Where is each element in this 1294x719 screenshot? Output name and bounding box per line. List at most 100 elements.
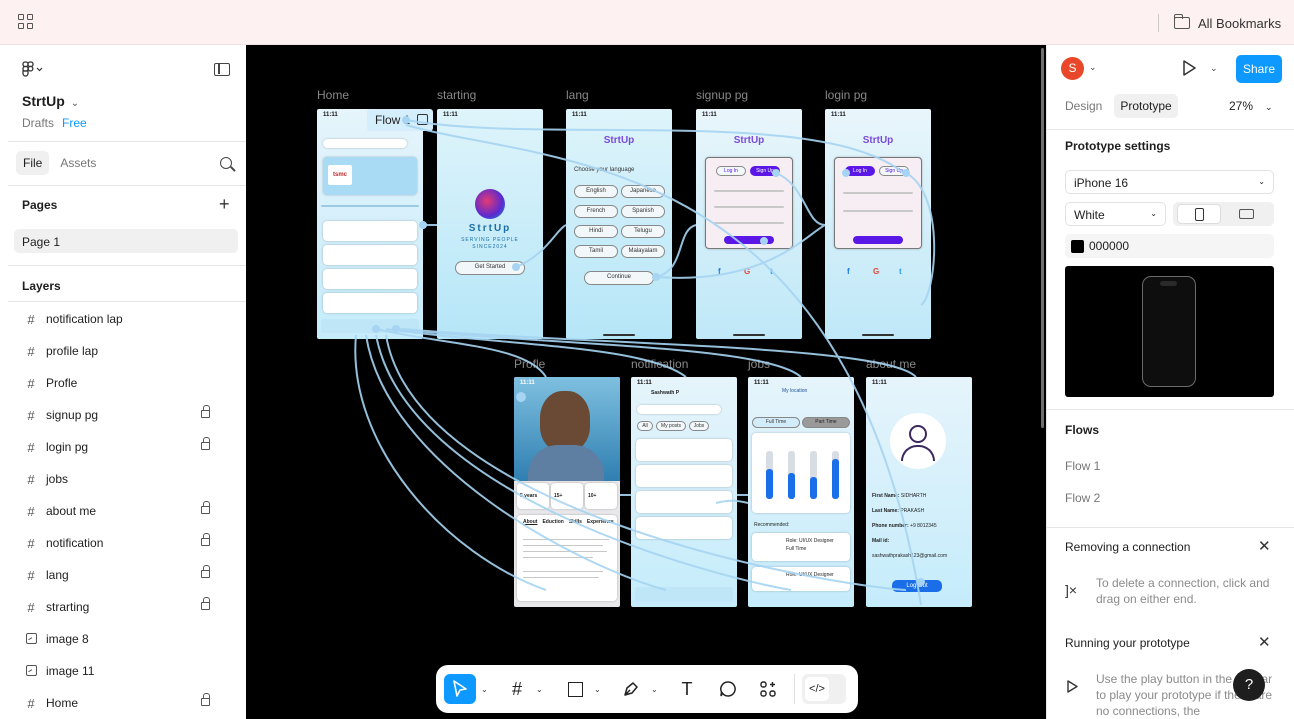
signup-submit-button[interactable] bbox=[724, 236, 774, 244]
frame-jobs[interactable]: 11:11 My location Full Time Part Time Re… bbox=[748, 377, 854, 607]
login-tab[interactable]: Log In bbox=[716, 166, 746, 176]
twitter-icon[interactable]: t bbox=[770, 267, 773, 276]
tab-assets[interactable]: Assets bbox=[53, 151, 103, 175]
frame-label-home[interactable]: Home bbox=[317, 88, 349, 102]
page-item[interactable]: Page 1 bbox=[14, 229, 238, 253]
layer-item[interactable]: # login pg bbox=[8, 431, 246, 463]
layer-item[interactable]: image 8 bbox=[8, 623, 246, 655]
language-option[interactable]: Malayalam bbox=[621, 245, 665, 258]
profile-tab[interactable]: About bbox=[523, 519, 537, 525]
close-icon[interactable]: ✕ bbox=[1258, 537, 1271, 555]
chevron-down-icon[interactable]: ⌄ bbox=[481, 685, 488, 694]
language-option[interactable]: French bbox=[574, 205, 618, 218]
shape-tool-button[interactable] bbox=[564, 674, 586, 704]
dev-mode-toggle[interactable]: </> bbox=[802, 674, 846, 704]
google-icon[interactable]: G bbox=[744, 267, 750, 276]
layer-item[interactable]: # about me bbox=[8, 495, 246, 527]
lock-icon[interactable] bbox=[201, 693, 210, 706]
chevron-down-icon[interactable]: ⌄ bbox=[651, 685, 658, 694]
figma-menu-button[interactable] bbox=[22, 61, 44, 82]
continue-button[interactable]: Continue bbox=[584, 271, 654, 285]
sidebar-toggle-icon[interactable] bbox=[214, 63, 230, 76]
lock-icon[interactable] bbox=[201, 565, 210, 578]
zoom-dropdown[interactable]: 27% ⌄ bbox=[1229, 99, 1273, 113]
chevron-down-icon[interactable]: ⌄ bbox=[1089, 62, 1097, 73]
lock-icon[interactable] bbox=[201, 437, 210, 450]
frame-label-jobs[interactable]: jobs bbox=[748, 357, 770, 371]
profile-tab[interactable]: Experience bbox=[587, 519, 614, 525]
frame-label-signup[interactable]: signup pg bbox=[696, 88, 748, 102]
plan-badge[interactable]: Free bbox=[62, 116, 87, 130]
frame-about[interactable]: 11:11 First Name: SIDHARTH Last Name: PR… bbox=[866, 377, 972, 607]
facebook-icon[interactable]: f bbox=[718, 267, 721, 276]
flow-start-tag[interactable]: Flow 1 bbox=[367, 109, 433, 131]
text-tool-button[interactable]: T bbox=[676, 674, 698, 704]
get-started-button[interactable]: Get Started bbox=[455, 261, 525, 275]
search-icon[interactable] bbox=[220, 157, 232, 169]
apps-grid-icon[interactable] bbox=[18, 14, 34, 30]
layer-item[interactable]: # profile lap bbox=[8, 335, 246, 367]
landscape-icon[interactable] bbox=[1239, 209, 1254, 219]
play-icon[interactable] bbox=[1182, 60, 1196, 76]
notification-tab[interactable]: My posts bbox=[656, 421, 686, 431]
actions-tool-button[interactable] bbox=[757, 674, 779, 704]
signup-tab[interactable]: Sign Up bbox=[879, 166, 909, 176]
flow-item[interactable]: Flow 1 bbox=[1065, 459, 1100, 473]
frame-home[interactable]: 11:11 tsmc bbox=[317, 109, 423, 339]
device-color-select[interactable]: White ⌄ bbox=[1065, 202, 1166, 226]
add-page-icon[interactable]: + bbox=[219, 195, 230, 213]
google-icon[interactable]: G bbox=[873, 267, 879, 276]
frame-label-starting[interactable]: starting bbox=[437, 88, 476, 102]
frame-label-profile[interactable]: Profle bbox=[514, 357, 545, 371]
profile-tab[interactable]: Eduction bbox=[542, 519, 563, 525]
chevron-down-icon[interactable]: ⌄ bbox=[1210, 63, 1218, 74]
move-tool-button[interactable] bbox=[444, 674, 476, 704]
frame-login[interactable]: 11:11 StrtUp Log In Sign Up f G t bbox=[825, 109, 931, 339]
comment-tool-button[interactable] bbox=[717, 674, 739, 704]
login-tab[interactable]: Log In bbox=[845, 166, 875, 176]
chevron-down-icon[interactable]: ⌄ bbox=[594, 685, 601, 694]
portrait-button[interactable] bbox=[1177, 204, 1221, 224]
color-swatch[interactable] bbox=[1071, 240, 1084, 253]
share-button[interactable]: Share bbox=[1236, 55, 1282, 83]
language-option[interactable]: Spanish bbox=[621, 205, 665, 218]
frame-lang[interactable]: 11:11 StrtUp Choose your language Englis… bbox=[566, 109, 672, 339]
frame-notification[interactable]: 11:11 Sashwath P All My posts Jobs bbox=[631, 377, 737, 607]
lock-icon[interactable] bbox=[201, 501, 210, 514]
layer-item[interactable]: # Profle bbox=[8, 367, 246, 399]
frame-label-lang[interactable]: lang bbox=[566, 88, 589, 102]
jobs-location[interactable]: My location bbox=[782, 388, 807, 394]
tab-prototype[interactable]: Prototype bbox=[1114, 94, 1178, 118]
layer-item[interactable]: image 11 bbox=[8, 655, 246, 687]
twitter-icon[interactable]: t bbox=[899, 267, 902, 276]
frame-starting[interactable]: 11:11 StrtUp SERVING PEOPLE SINCE2024 Ge… bbox=[437, 109, 543, 339]
pen-tool-button[interactable] bbox=[620, 674, 642, 704]
frame-tool-button[interactable]: # bbox=[506, 674, 528, 704]
language-option[interactable]: English bbox=[574, 185, 618, 198]
tab-file[interactable]: File bbox=[16, 151, 50, 175]
design-canvas[interactable]: Home starting lang signup pg login pg Pr… bbox=[246, 45, 1046, 719]
all-bookmarks-button[interactable]: All Bookmarks bbox=[1173, 13, 1281, 33]
layer-item[interactable]: # lang bbox=[8, 559, 246, 591]
frame-label-notification[interactable]: notification bbox=[631, 357, 688, 371]
project-title[interactable]: StrtUp ⌄ bbox=[22, 93, 79, 109]
notification-tab[interactable]: All bbox=[637, 421, 653, 431]
help-button[interactable]: ? bbox=[1233, 669, 1265, 701]
flow-item[interactable]: Flow 2 bbox=[1065, 491, 1100, 505]
login-submit-button[interactable] bbox=[853, 236, 903, 244]
lock-icon[interactable] bbox=[201, 597, 210, 610]
jobs-tab-part-time[interactable]: Part Time bbox=[802, 417, 850, 428]
jobs-tab-full-time[interactable]: Full Time bbox=[752, 417, 800, 428]
chevron-down-icon[interactable]: ⌄ bbox=[536, 685, 543, 694]
layer-item[interactable]: # notification bbox=[8, 527, 246, 559]
language-option[interactable]: Japanese bbox=[621, 185, 665, 198]
language-option[interactable]: Tamil bbox=[574, 245, 618, 258]
frame-signup[interactable]: 11:11 StrtUp Log In Sign Up f G t bbox=[696, 109, 802, 339]
background-color-field[interactable]: 000000 bbox=[1065, 234, 1274, 258]
frame-profile[interactable]: 11:11 5 years 15+ 10+ About Eduction Ski… bbox=[514, 377, 620, 607]
layer-item[interactable]: # Home bbox=[8, 687, 246, 719]
notification-tab[interactable]: Jobs bbox=[689, 421, 709, 431]
lock-icon[interactable] bbox=[201, 405, 210, 418]
lock-icon[interactable] bbox=[201, 533, 210, 546]
signup-tab[interactable]: Sign Up bbox=[750, 166, 780, 176]
